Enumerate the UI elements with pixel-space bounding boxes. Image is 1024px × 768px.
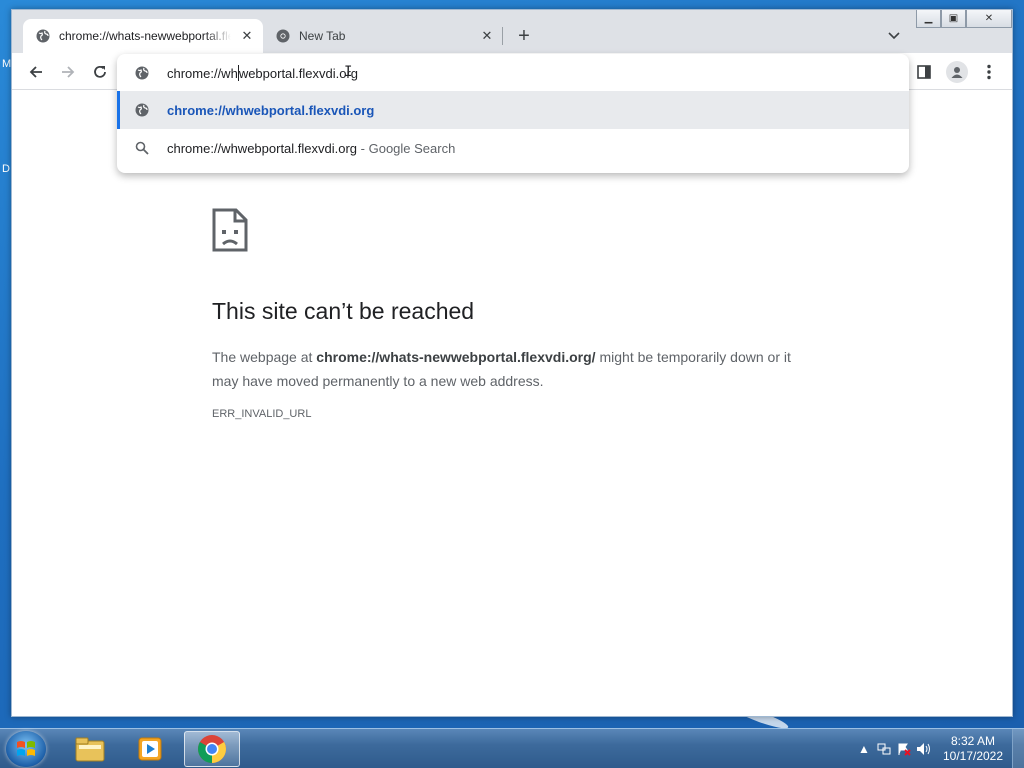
arrow-left-icon: [29, 66, 42, 78]
typed-text-before-caret: chrome://wh: [167, 65, 238, 81]
tab-new-tab[interactable]: New Tab ✕: [263, 19, 503, 53]
volume-icon[interactable]: [914, 739, 934, 759]
taskbar: ▲ 8:32 AM 10/17/2022: [0, 728, 1024, 768]
browser-window: chrome://whats-newwebportal.flexvdi.org/…: [11, 9, 1013, 717]
reload-button[interactable]: [87, 59, 113, 85]
tab-divider: [502, 27, 503, 45]
tab-strip: chrome://whats-newwebportal.flexvdi.org/…: [12, 10, 1012, 53]
sad-page-icon: [212, 208, 248, 252]
side-panel-button[interactable]: [911, 59, 937, 85]
desktop-icon-label[interactable]: D: [2, 163, 10, 175]
close-tab-icon[interactable]: ✕: [479, 28, 495, 44]
tab-search-button[interactable]: [884, 27, 904, 45]
globe-icon: [134, 102, 150, 118]
arrow-right-icon: [62, 66, 75, 78]
tab-title: New Tab: [299, 29, 346, 43]
profile-button[interactable]: [944, 59, 970, 85]
desktop-icon-label[interactable]: M: [2, 58, 11, 70]
show-hidden-icons-icon[interactable]: ▲: [854, 739, 874, 759]
ibeam-cursor-icon: I: [344, 64, 353, 80]
suggestion-text: chrome://whwebportal.flexvdi.org - Googl…: [167, 140, 456, 156]
address-bar[interactable]: chrome://whwebportal.flexvdi.org I: [117, 54, 909, 91]
clock-date: 10/17/2022: [942, 749, 1004, 763]
person-icon: [951, 67, 963, 78]
back-button[interactable]: [23, 59, 49, 85]
taskbar-file-explorer[interactable]: [62, 731, 118, 767]
close-window-button[interactable]: ✕: [966, 10, 1012, 28]
error-message: The webpage at chrome://whats-newwebport…: [212, 349, 791, 389]
minimize-button[interactable]: ▁: [916, 10, 941, 28]
tab-active[interactable]: chrome://whats-newwebportal.flexvdi.org/…: [23, 19, 263, 53]
maximize-button[interactable]: ▣: [941, 10, 966, 28]
windows-logo-icon: [17, 741, 35, 756]
page-content: This site can’t be reached The webpage a…: [12, 90, 1012, 716]
forward-button[interactable]: [55, 59, 81, 85]
show-desktop-button[interactable]: [1012, 729, 1024, 768]
clock-time: 8:32 AM: [950, 734, 996, 748]
file-explorer-icon: [75, 737, 105, 762]
window-controls: ▁ ▣ ✕: [916, 10, 1012, 28]
network-icon[interactable]: [874, 739, 894, 759]
suggestion-text: chrome://whwebportal.flexvdi.org: [167, 102, 375, 118]
typed-text-after-caret: webportal.flexvdi.org: [238, 65, 359, 81]
avatar: [946, 61, 968, 83]
omnibox-suggestion[interactable]: chrome://whwebportal.flexvdi.org: [117, 91, 909, 129]
reload-icon: [94, 65, 106, 78]
new-tab-button[interactable]: +: [512, 24, 536, 48]
kebab-menu-icon: [987, 64, 991, 80]
globe-icon: [35, 28, 51, 44]
system-tray: ▲ 8:32 AM 10/17/2022: [854, 729, 1024, 768]
globe-icon: [134, 65, 150, 81]
taskbar-chrome[interactable]: [184, 731, 240, 767]
clock[interactable]: 8:32 AM 10/17/2022: [934, 734, 1012, 764]
action-center-icon[interactable]: [894, 739, 914, 759]
close-tab-icon[interactable]: ✕: [239, 28, 255, 44]
tab-title: chrome://whats-newwebportal.flexvdi.org/: [59, 29, 231, 43]
search-icon: [134, 140, 150, 156]
error-url: chrome://whats-newwebportal.flexvdi.org/: [316, 349, 596, 365]
chevron-down-icon: [888, 32, 900, 40]
start-button[interactable]: [6, 731, 46, 767]
side-panel-icon: [917, 65, 931, 79]
menu-button[interactable]: [976, 59, 1002, 85]
omnibox-suggestion[interactable]: chrome://whwebportal.flexvdi.org - Googl…: [117, 129, 909, 167]
chrome-icon: [275, 28, 291, 44]
error-title: This site can’t be reached: [212, 298, 475, 324]
error-code[interactable]: ERR_INVALID_URL: [212, 408, 311, 420]
media-player-icon: [138, 737, 162, 761]
taskbar-media-player[interactable]: [122, 731, 178, 767]
address-input[interactable]: chrome://whwebportal.flexvdi.org: [167, 64, 359, 81]
omnibox-dropdown: chrome://whwebportal.flexvdi.org I chrom…: [117, 54, 909, 173]
chrome-icon: [198, 735, 226, 763]
